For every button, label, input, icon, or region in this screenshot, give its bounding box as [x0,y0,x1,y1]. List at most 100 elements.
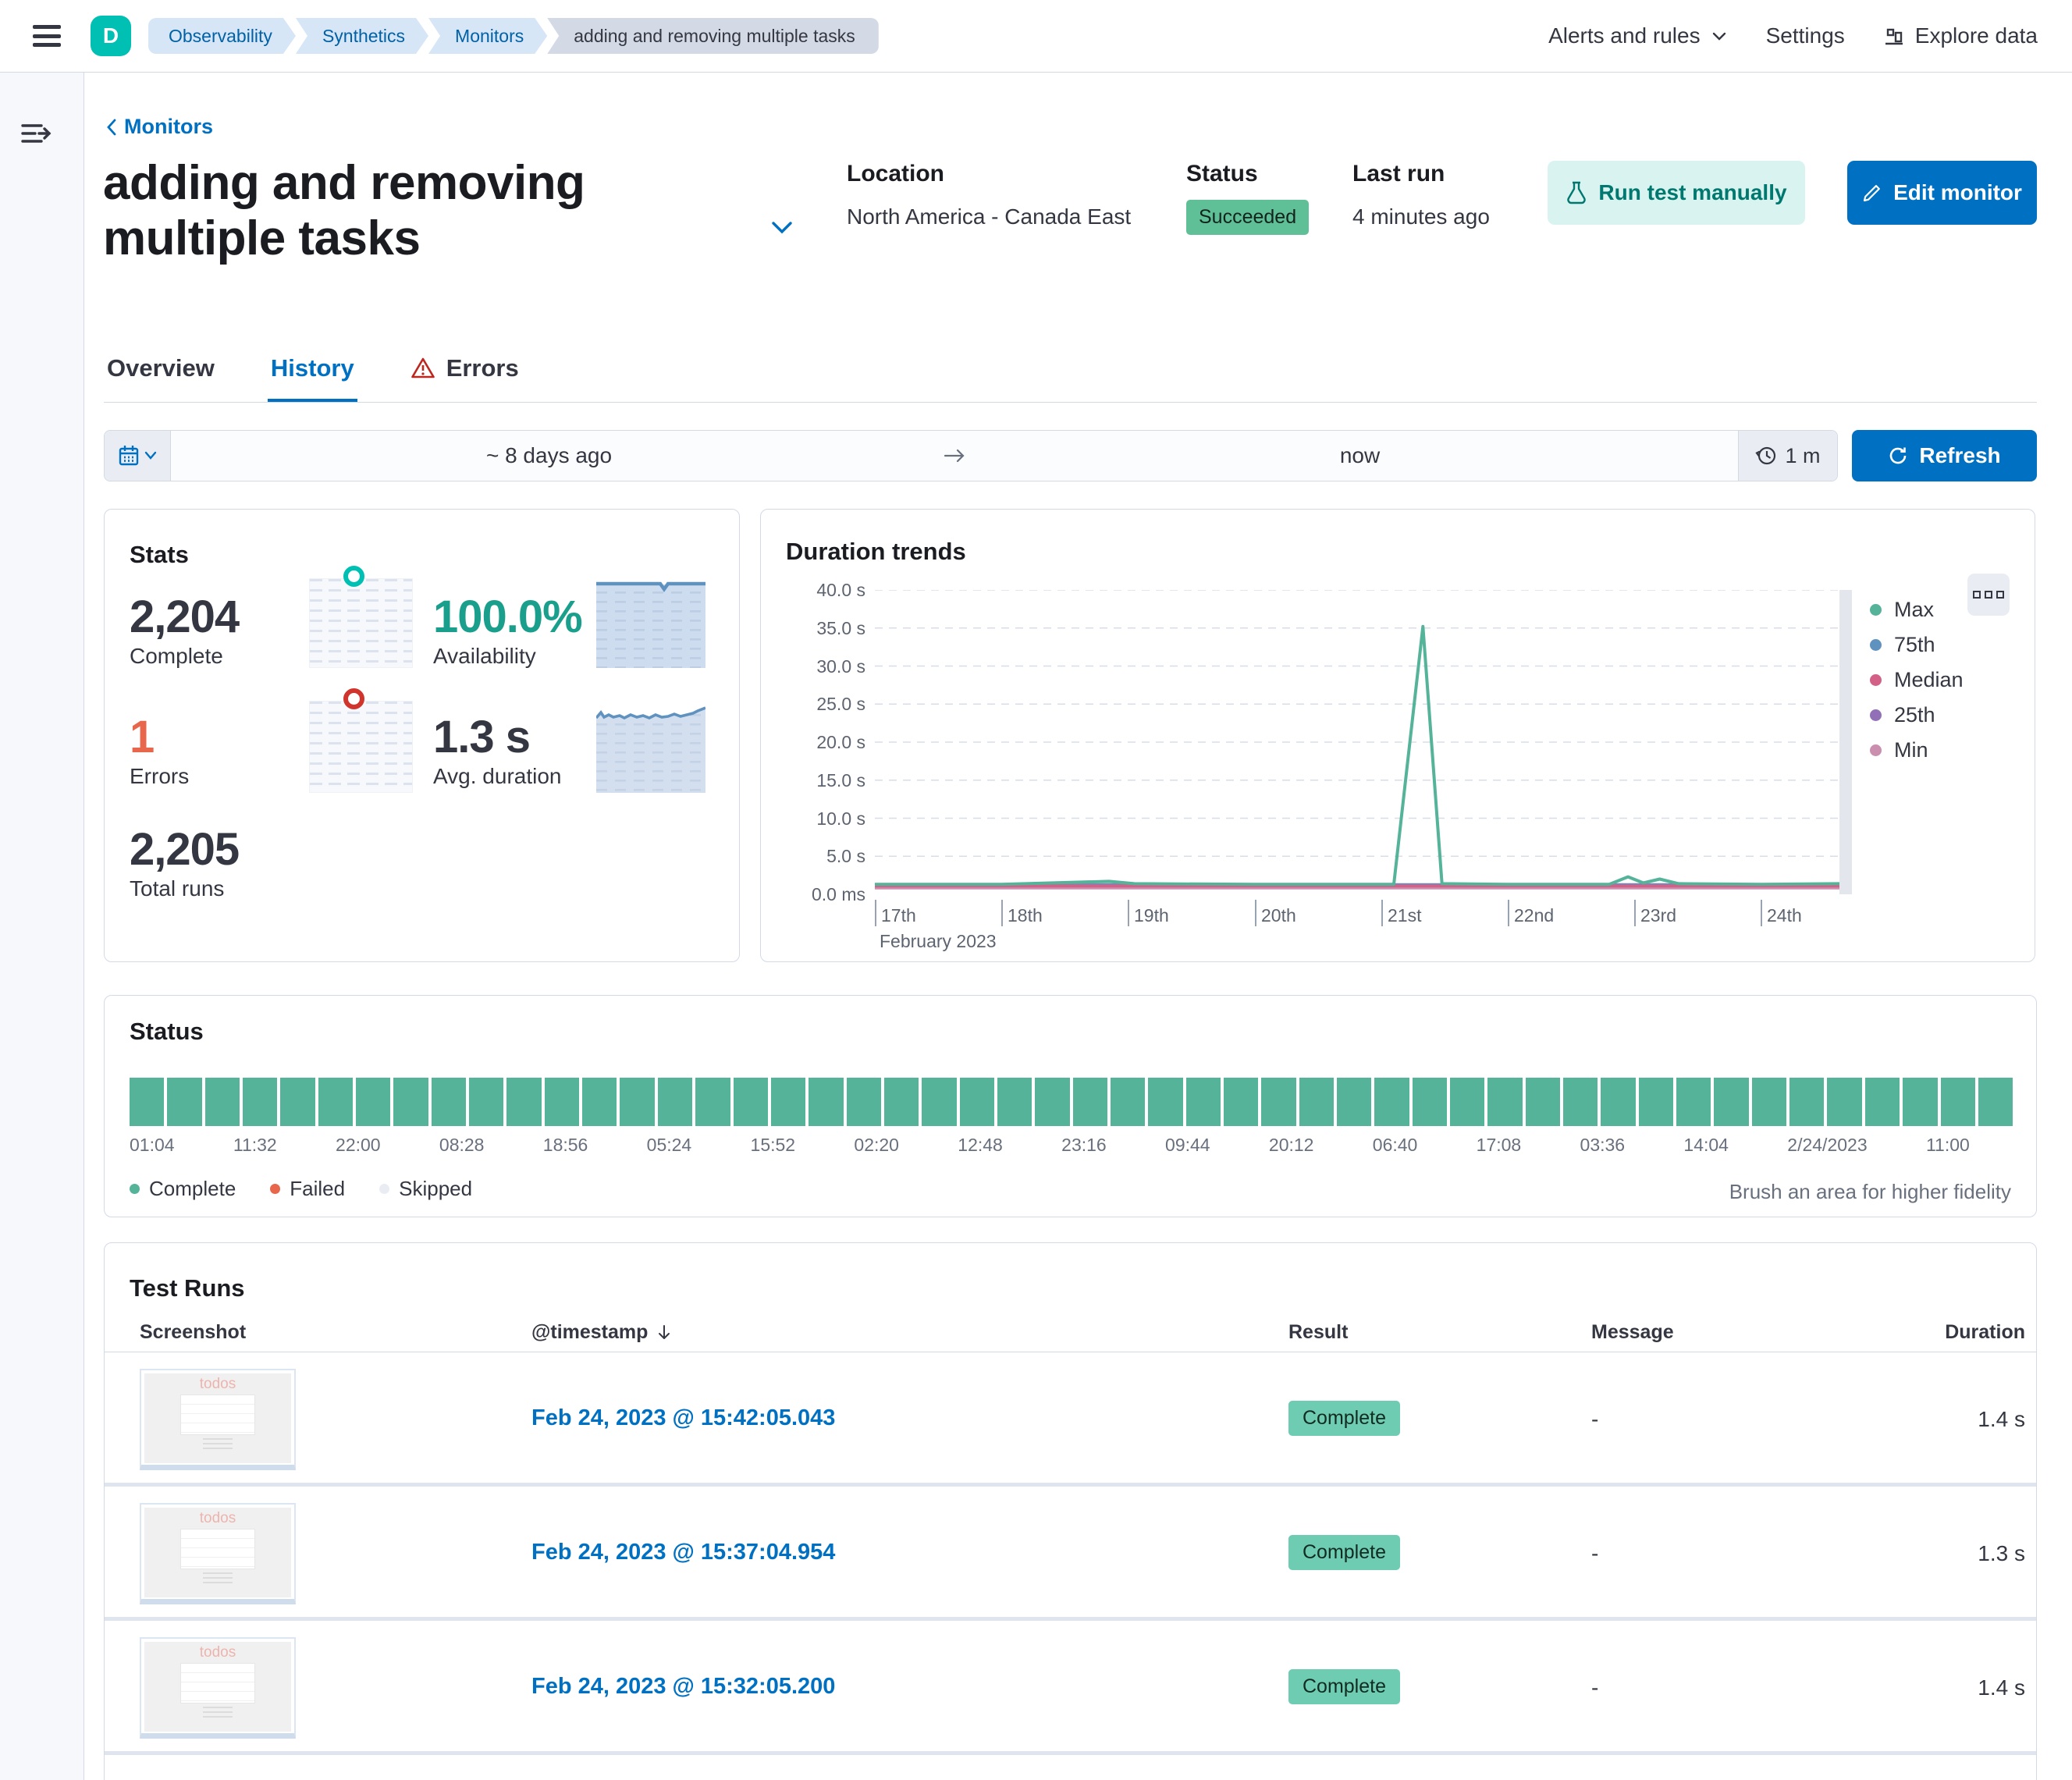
tabs: Overview History Errors [104,337,2037,403]
status-bar [1487,1078,1522,1126]
explore-data-link[interactable]: Explore data [1882,23,2038,48]
monitor-selector-chevron-icon[interactable] [769,219,795,239]
start-date-button[interactable]: ~ 8 days ago [171,431,927,481]
test-run-timestamp-link[interactable]: Feb 24, 2023 @ 15:32:05.200 [531,1674,835,1700]
legend-label: Complete [149,1177,236,1201]
status-bar [1865,1078,1900,1126]
test-run-timestamp-link[interactable]: Feb 24, 2023 @ 15:37:04.954 [531,1540,835,1565]
back-to-monitors-link[interactable]: Monitors [104,115,213,139]
menu-icon[interactable] [33,25,61,47]
status-bar [506,1078,541,1126]
status-bar [1111,1078,1145,1126]
complete-label: Complete [130,644,223,669]
complete-marker-icon [343,566,364,587]
todos-app-preview: todos [144,1508,291,1597]
end-date-button[interactable]: now [982,431,1738,481]
duration-trends-chart[interactable] [875,590,1839,894]
x-tick-label: 23rd [1634,900,1676,926]
alerts-and-rules-menu[interactable]: Alerts and rules [1548,23,1729,48]
status-bar [884,1078,919,1126]
status-bar [356,1078,390,1126]
screenshot-column-header: Screenshot [140,1321,246,1344]
status-bar [582,1078,617,1126]
availability-sparkline [596,578,705,668]
timestamp-column-header[interactable]: @timestamp [531,1321,673,1344]
x-axis-caption: February 2023 [880,931,997,952]
y-tick-label: 10.0 s [767,808,865,830]
legend-item-75th[interactable]: 75th [1870,627,1964,663]
legend-item-min[interactable]: Min [1870,733,1964,768]
legend-dot-icon [1870,709,1882,721]
status-bar [809,1078,843,1126]
chevron-down-icon [1710,27,1729,45]
tab-history[interactable]: History [268,337,357,402]
quick-select-date-button[interactable] [105,431,171,481]
status-bar [1073,1078,1107,1126]
breadcrumb-item-2[interactable]: Synthetics [296,18,428,54]
status-bar [1450,1078,1484,1126]
status-bar [1337,1078,1371,1126]
tab-errors[interactable]: Errors [407,337,522,402]
avg-duration-sparkline [596,701,705,793]
refresh-icon [1888,446,1908,466]
message-cell: - [1591,1541,1598,1566]
legend-label: Min [1894,738,1928,762]
last-run-value: 4 minutes ago [1352,204,1490,229]
status-bar [658,1078,692,1126]
status-bar [1789,1078,1824,1126]
errors-label: Errors [130,764,189,789]
tab-label: Errors [446,354,519,382]
thumbnail-task-list [180,1663,255,1704]
test-runs-title: Test Runs [130,1274,245,1302]
page-title: adding and removing multiple tasks [103,156,720,266]
x-tick-label: 20th [1255,900,1296,926]
test-run-timestamp-link[interactable]: Feb 24, 2023 @ 15:42:05.043 [531,1405,835,1431]
tab-overview[interactable]: Overview [104,337,218,402]
legend-dot-icon [1870,674,1882,686]
stats-title: Stats [130,541,189,569]
run-test-manually-button[interactable]: Run test manually [1548,161,1805,225]
status-heatmap-bars[interactable] [130,1078,2013,1126]
breadcrumb-item-3[interactable]: Monitors [428,18,547,54]
status-label: Status [1186,161,1309,187]
screenshot-thumbnail[interactable]: todos [140,1369,296,1470]
legend-item-25th[interactable]: 25th [1870,698,1964,733]
status-bar [1261,1078,1295,1126]
refresh-button[interactable]: Refresh [1852,430,2037,481]
complete-count: 2,204 [130,591,239,643]
status-time-label: 03:36 [1580,1135,1626,1156]
edit-monitor-label: Edit monitor [1893,180,2022,205]
refresh-interval-button[interactable]: 1 m [1738,431,1837,481]
status-time-axis: 01:0411:3222:0008:2818:5605:2415:5202:20… [130,1135,1970,1156]
status-meta: Status Succeeded [1186,161,1309,235]
thumbnail-footer-lines [203,1707,233,1718]
thumbnail-app-title: todos [144,1510,291,1527]
status-badge: Succeeded [1186,200,1309,235]
legend-item-max[interactable]: Max [1870,592,1964,627]
screenshot-thumbnail[interactable]: todos [140,1503,296,1604]
deployment-badge[interactable]: D [91,16,131,56]
brush-hint: Brush an area for higher fidelity [1729,1180,2011,1204]
duration-trends-panel: Duration trends 40.0 s35.0 s30.0 s25.0 s… [760,509,2035,962]
legend-dot-icon [1870,744,1882,756]
status-bar [1639,1078,1673,1126]
status-bar [1601,1078,1635,1126]
edit-monitor-button[interactable]: Edit monitor [1847,161,2037,225]
breadcrumb-item-4: adding and removing multiple tasks [547,18,879,54]
screenshot-thumbnail[interactable]: todos [140,1637,296,1739]
sort-desc-icon [656,1323,673,1342]
chart-options-icon[interactable] [1967,574,2010,616]
expand-sidebar-icon[interactable] [20,121,52,147]
last-run-meta: Last run 4 minutes ago [1352,161,1490,229]
status-time-label: 2/24/2023 [1787,1135,1867,1156]
legend-item-median[interactable]: Median [1870,663,1964,698]
duration-trends-title: Duration trends [786,538,966,566]
status-bar [960,1078,994,1126]
status-bar [1752,1078,1786,1126]
y-tick-label: 40.0 s [767,580,865,601]
availability-value: 100.0% [433,591,582,643]
y-tick-label: 30.0 s [767,656,865,677]
breadcrumb-item-1[interactable]: Observability [148,18,296,54]
settings-link[interactable]: Settings [1766,23,1845,48]
tab-label: History [271,354,354,382]
